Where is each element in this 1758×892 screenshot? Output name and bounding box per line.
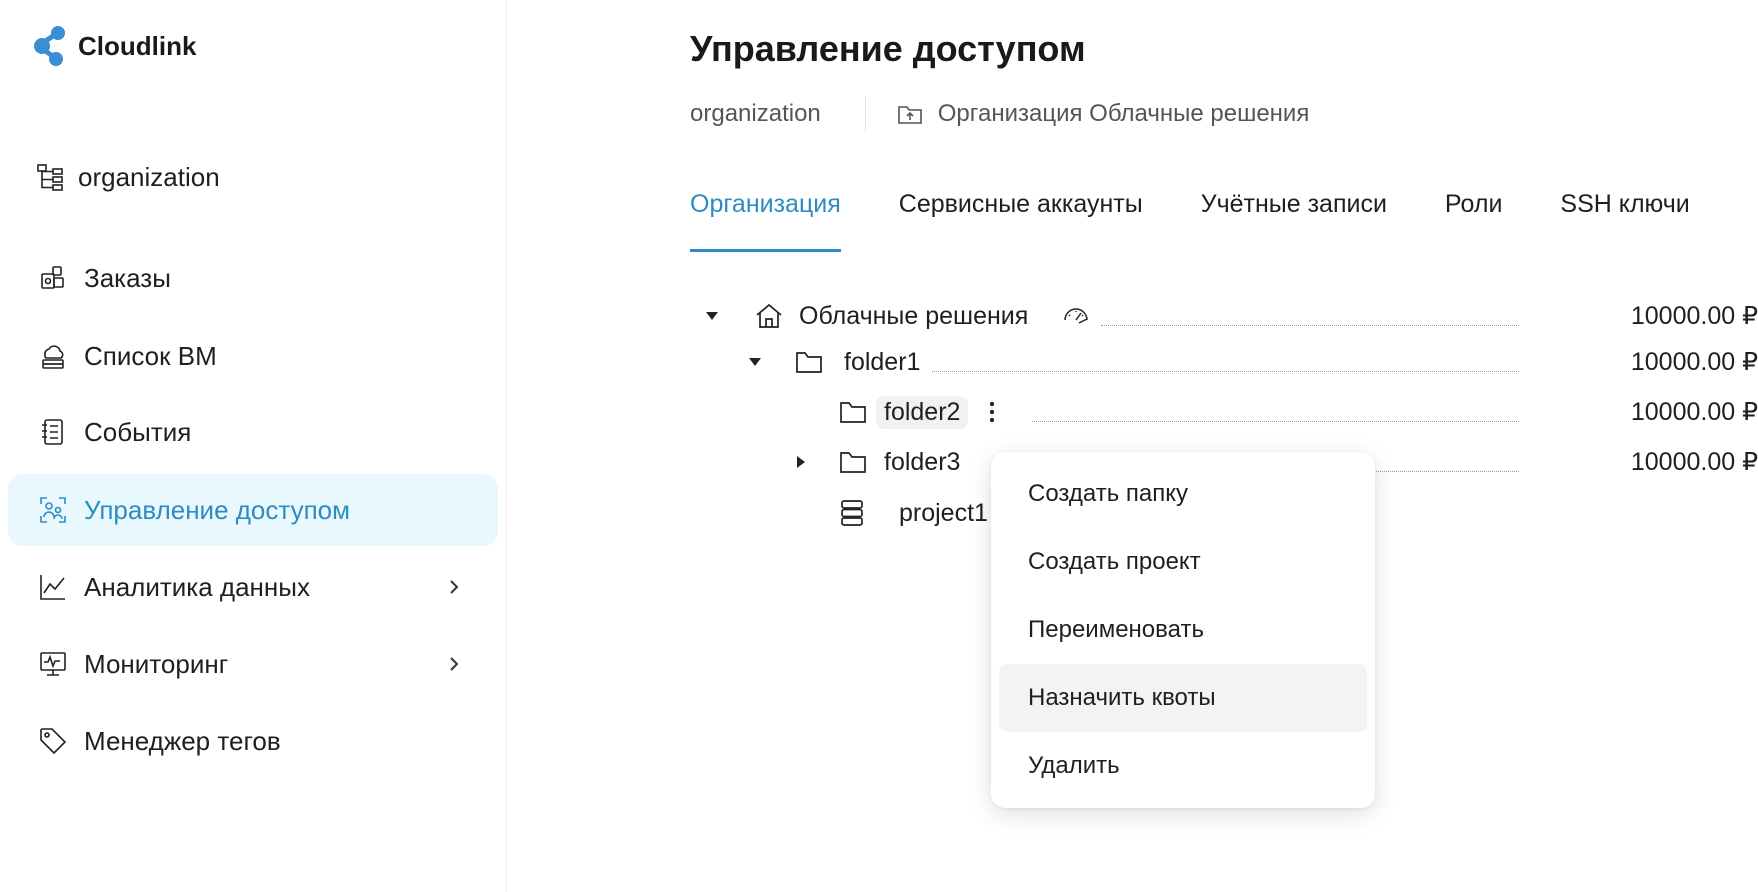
- sidebar-item-orders[interactable]: Заказы: [8, 242, 498, 314]
- page-title: Управление доступом: [690, 28, 1086, 69]
- folder-icon: [840, 402, 866, 423]
- organization-selector[interactable]: organization: [36, 162, 220, 193]
- events-list-icon: [38, 417, 68, 447]
- tree-node-label[interactable]: folder2: [876, 395, 969, 429]
- menu-item-delete[interactable]: Удалить: [999, 732, 1367, 800]
- breadcrumb-current[interactable]: Организация Облачные решения: [938, 100, 1310, 128]
- sidebar-item-vm-list[interactable]: Список ВМ: [8, 320, 498, 392]
- menu-item-create-folder[interactable]: Создать папку: [999, 460, 1367, 528]
- sidebar-item-label: Заказы: [84, 262, 171, 293]
- folder-icon: [840, 452, 866, 473]
- app-name: Cloudlink: [78, 30, 197, 61]
- sidebar: Cloudlink organization Заказы Список ВМ …: [0, 0, 507, 892]
- tree-row[interactable]: folder1 10000.00 ₽: [690, 342, 1758, 382]
- more-vertical-icon[interactable]: [985, 397, 999, 427]
- caret-down-icon[interactable]: [705, 309, 719, 323]
- tree-node-label[interactable]: folder1: [844, 348, 920, 377]
- breadcrumb: organization Организация Облачные решени…: [690, 96, 1309, 132]
- project-stack-icon: [841, 500, 863, 526]
- hierarchy-icon: [37, 163, 63, 191]
- quota-gauge-icon[interactable]: [1062, 302, 1090, 330]
- sidebar-item-label: События: [84, 416, 192, 447]
- sidebar-item-events[interactable]: События: [8, 396, 498, 468]
- tree-node-amount: 10000.00 ₽: [1630, 302, 1758, 330]
- chevron-right-icon: [450, 657, 459, 671]
- sidebar-item-data-analytics[interactable]: Аналитика данных: [8, 551, 498, 623]
- sidebar-item-label: Менеджер тегов: [84, 725, 281, 756]
- sidebar-item-tag-manager[interactable]: Менеджер тегов: [8, 705, 498, 777]
- chevron-right-icon: [450, 580, 459, 594]
- caret-down-icon[interactable]: [748, 355, 762, 369]
- tree-node-amount: 10000.00 ₽: [1630, 398, 1758, 426]
- caret-right-icon[interactable]: [794, 455, 808, 469]
- breadcrumb-root[interactable]: organization: [690, 100, 821, 128]
- app-logo[interactable]: Cloudlink: [34, 24, 196, 68]
- tag-icon: [38, 726, 68, 756]
- tree-node-amount: 10000.00 ₽: [1630, 448, 1758, 476]
- tree-row[interactable]: Облачные решения 10000.00 ₽: [690, 296, 1758, 336]
- cloud-server-icon: [38, 341, 68, 371]
- cloudlink-logo-icon: [34, 26, 65, 66]
- sidebar-item-monitoring[interactable]: Мониторинг: [8, 628, 498, 700]
- home-icon: [756, 303, 782, 328]
- tree-node-amount: 10000.00 ₽: [1630, 348, 1758, 376]
- sidebar-item-label: Мониторинг: [84, 648, 229, 679]
- chart-icon: [38, 572, 68, 602]
- sidebar-item-label: Список ВМ: [84, 340, 217, 371]
- sidebar-item-access-management[interactable]: Управление доступом: [8, 474, 498, 546]
- tab-roles[interactable]: Роли: [1445, 190, 1502, 252]
- organization-label: organization: [78, 162, 220, 192]
- tab-bar: Организация Сервисные аккаунты Учётные з…: [690, 190, 1748, 252]
- monitor-icon: [38, 649, 68, 679]
- menu-item-rename[interactable]: Переименовать: [999, 596, 1367, 664]
- tab-organization[interactable]: Организация: [690, 190, 841, 252]
- access-icon: [38, 495, 68, 525]
- folder-icon: [796, 352, 822, 373]
- row-leader-dots: [932, 371, 1519, 372]
- tree-node-label[interactable]: Облачные решения: [799, 302, 1028, 331]
- menu-item-create-project[interactable]: Создать проект: [999, 528, 1367, 596]
- row-leader-dots: [1032, 421, 1519, 422]
- tree-node-label[interactable]: project1: [899, 499, 988, 528]
- tab-ssh-keys[interactable]: SSH ключи: [1560, 190, 1689, 252]
- sidebar-item-label: Управление доступом: [84, 494, 351, 525]
- menu-item-assign-quotas[interactable]: Назначить квоты: [999, 664, 1367, 732]
- tree-node-label[interactable]: folder3: [884, 448, 960, 477]
- tab-user-accounts[interactable]: Учётные записи: [1201, 190, 1387, 252]
- breadcrumb-divider: [864, 96, 866, 132]
- orders-icon: [38, 263, 68, 293]
- tab-service-accounts[interactable]: Сервисные аккаунты: [899, 190, 1143, 252]
- sidebar-item-label: Аналитика данных: [84, 571, 310, 602]
- row-leader-dots: [1101, 325, 1519, 326]
- tree-row[interactable]: folder2 10000.00 ₽: [690, 392, 1758, 432]
- folder-upload-icon: [897, 106, 922, 124]
- context-menu: Создать папку Создать проект Переименова…: [991, 452, 1375, 808]
